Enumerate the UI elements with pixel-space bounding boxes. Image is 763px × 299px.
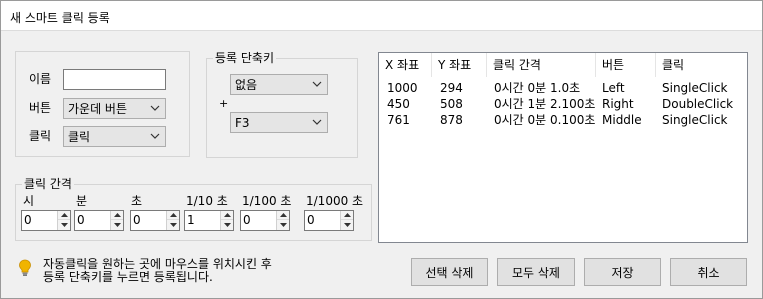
cell-y: 508 bbox=[440, 97, 463, 111]
table-row[interactable]: 761 878 0시간 0분 0.100초 Middle SingleClick bbox=[379, 112, 747, 128]
column-header-button[interactable]: 버튼 bbox=[596, 53, 656, 77]
spin-up-icon[interactable] bbox=[58, 211, 70, 220]
hotkey-key-select[interactable]: F3 bbox=[230, 112, 328, 133]
cell-interval: 0시간 0분 0.100초 bbox=[494, 113, 596, 127]
plus-sign: + bbox=[219, 97, 229, 110]
spin-up-icon[interactable] bbox=[277, 211, 289, 220]
hotkey-group: 등록 단축키 없음 + F3 bbox=[206, 51, 358, 158]
cell-y: 294 bbox=[440, 81, 463, 95]
spin-down-icon[interactable] bbox=[277, 220, 289, 229]
save-button[interactable]: 저장 bbox=[584, 258, 661, 286]
hotkey-modifier-select[interactable]: 없음 bbox=[230, 74, 328, 95]
minutes-spinner[interactable]: 0 bbox=[74, 210, 124, 231]
cell-click: SingleClick bbox=[662, 81, 728, 95]
delete-all-button[interactable]: 모두 삭제 bbox=[497, 258, 575, 286]
thousandths-value: 0 bbox=[307, 213, 315, 227]
window-title: 새 스마트 클릭 등록 bbox=[10, 11, 110, 25]
table-row[interactable]: 1000 294 0시간 0분 1.0초 Left SingleClick bbox=[379, 80, 747, 96]
name-label: 이름 bbox=[29, 72, 52, 86]
chevron-down-icon bbox=[312, 119, 322, 125]
spin-down-icon[interactable] bbox=[111, 220, 123, 229]
title-bar[interactable]: 새 스마트 클릭 등록 bbox=[1, 1, 762, 31]
column-header-x[interactable]: X 좌표 bbox=[379, 53, 432, 77]
column-header-y[interactable]: Y 좌표 bbox=[432, 53, 487, 77]
spinner-buttons bbox=[57, 211, 70, 230]
cell-interval: 0시간 0분 1.0초 bbox=[494, 81, 581, 95]
minutes-label: 분 bbox=[76, 194, 88, 208]
column-header-click[interactable]: 클릭 bbox=[656, 53, 747, 77]
hours-spinner[interactable]: 0 bbox=[21, 210, 71, 231]
spin-down-icon[interactable] bbox=[341, 220, 353, 229]
spin-up-icon[interactable] bbox=[221, 211, 233, 220]
tenths-spinner[interactable]: 1 bbox=[184, 210, 234, 231]
tenths-label: 1/10 초 bbox=[186, 194, 228, 208]
thousandths-label: 1/1000 초 bbox=[306, 194, 364, 208]
hint-text: 자동클릭을 원하는 곳에 마우스를 위치시킨 후 등록 단축키를 누르면 등록됩… bbox=[43, 257, 272, 284]
column-header-interval[interactable]: 클릭 간격 bbox=[487, 53, 596, 77]
seconds-spinner[interactable]: 0 bbox=[130, 210, 180, 231]
cell-click: SingleClick bbox=[662, 113, 728, 127]
click-type-select[interactable]: 클릭 bbox=[63, 126, 166, 147]
button-label: 버튼 bbox=[29, 101, 52, 115]
hotkey-modifier-value: 없음 bbox=[235, 78, 258, 92]
click-interval-group: 클릭 간격 시 0 분 0 초 0 1/10 초 1 1/100 초 0 1/1… bbox=[15, 177, 372, 241]
cell-x: 1000 bbox=[387, 81, 418, 95]
lightbulb-icon bbox=[19, 259, 31, 276]
hundredths-value: 0 bbox=[243, 213, 251, 227]
spin-down-icon[interactable] bbox=[58, 220, 70, 229]
chevron-down-icon bbox=[150, 133, 160, 139]
seconds-label: 초 bbox=[131, 194, 143, 208]
tenths-value: 1 bbox=[187, 213, 195, 227]
chevron-down-icon bbox=[312, 81, 322, 87]
spinner-buttons bbox=[110, 211, 123, 230]
spin-down-icon[interactable] bbox=[167, 220, 179, 229]
hours-label: 시 bbox=[23, 194, 35, 208]
cell-x: 450 bbox=[387, 97, 410, 111]
table-header: X 좌표 Y 좌표 클릭 간격 버튼 클릭 bbox=[379, 53, 747, 77]
spinner-buttons bbox=[220, 211, 233, 230]
chevron-down-icon bbox=[150, 105, 160, 111]
cell-button: Left bbox=[602, 81, 625, 95]
hundredths-label: 1/100 초 bbox=[242, 194, 292, 208]
hotkey-legend: 등록 단축키 bbox=[213, 51, 277, 65]
button-select[interactable]: 가운데 버튼 bbox=[63, 98, 166, 119]
spinner-buttons bbox=[276, 211, 289, 230]
cell-x: 761 bbox=[387, 113, 410, 127]
cell-button: Right bbox=[602, 97, 634, 111]
cell-interval: 0시간 1분 2.100초 bbox=[494, 97, 596, 111]
spin-up-icon[interactable] bbox=[341, 211, 353, 220]
spin-up-icon[interactable] bbox=[111, 211, 123, 220]
seconds-value: 0 bbox=[133, 213, 141, 227]
hotkey-key-value: F3 bbox=[235, 116, 250, 130]
delete-selected-button[interactable]: 선택 삭제 bbox=[411, 258, 488, 286]
name-input[interactable] bbox=[63, 69, 166, 90]
basic-settings-group: 이름 버튼 가운데 버튼 클릭 클릭 bbox=[15, 51, 190, 157]
cell-click: DoubleClick bbox=[662, 97, 734, 111]
click-label: 클릭 bbox=[29, 129, 52, 143]
table-row[interactable]: 450 508 0시간 1분 2.100초 Right DoubleClick bbox=[379, 96, 747, 112]
spinner-buttons bbox=[166, 211, 179, 230]
cell-y: 878 bbox=[440, 113, 463, 127]
cell-button: Middle bbox=[602, 113, 642, 127]
spin-up-icon[interactable] bbox=[167, 211, 179, 220]
spin-down-icon[interactable] bbox=[221, 220, 233, 229]
click-interval-legend: 클릭 간격 bbox=[22, 177, 74, 191]
hundredths-spinner[interactable]: 0 bbox=[240, 210, 290, 231]
minutes-value: 0 bbox=[77, 213, 85, 227]
thousandths-spinner[interactable]: 0 bbox=[304, 210, 354, 231]
click-list-table[interactable]: X 좌표 Y 좌표 클릭 간격 버튼 클릭 1000 294 0시간 0분 1.… bbox=[378, 52, 748, 243]
hours-value: 0 bbox=[24, 213, 32, 227]
spinner-buttons bbox=[340, 211, 353, 230]
cancel-button[interactable]: 취소 bbox=[670, 258, 747, 286]
click-type-value: 클릭 bbox=[68, 130, 91, 144]
smart-click-dialog: 새 스마트 클릭 등록 이름 버튼 가운데 버튼 클릭 클릭 등록 단축키 없음… bbox=[0, 0, 763, 299]
button-select-value: 가운데 버튼 bbox=[68, 102, 128, 116]
